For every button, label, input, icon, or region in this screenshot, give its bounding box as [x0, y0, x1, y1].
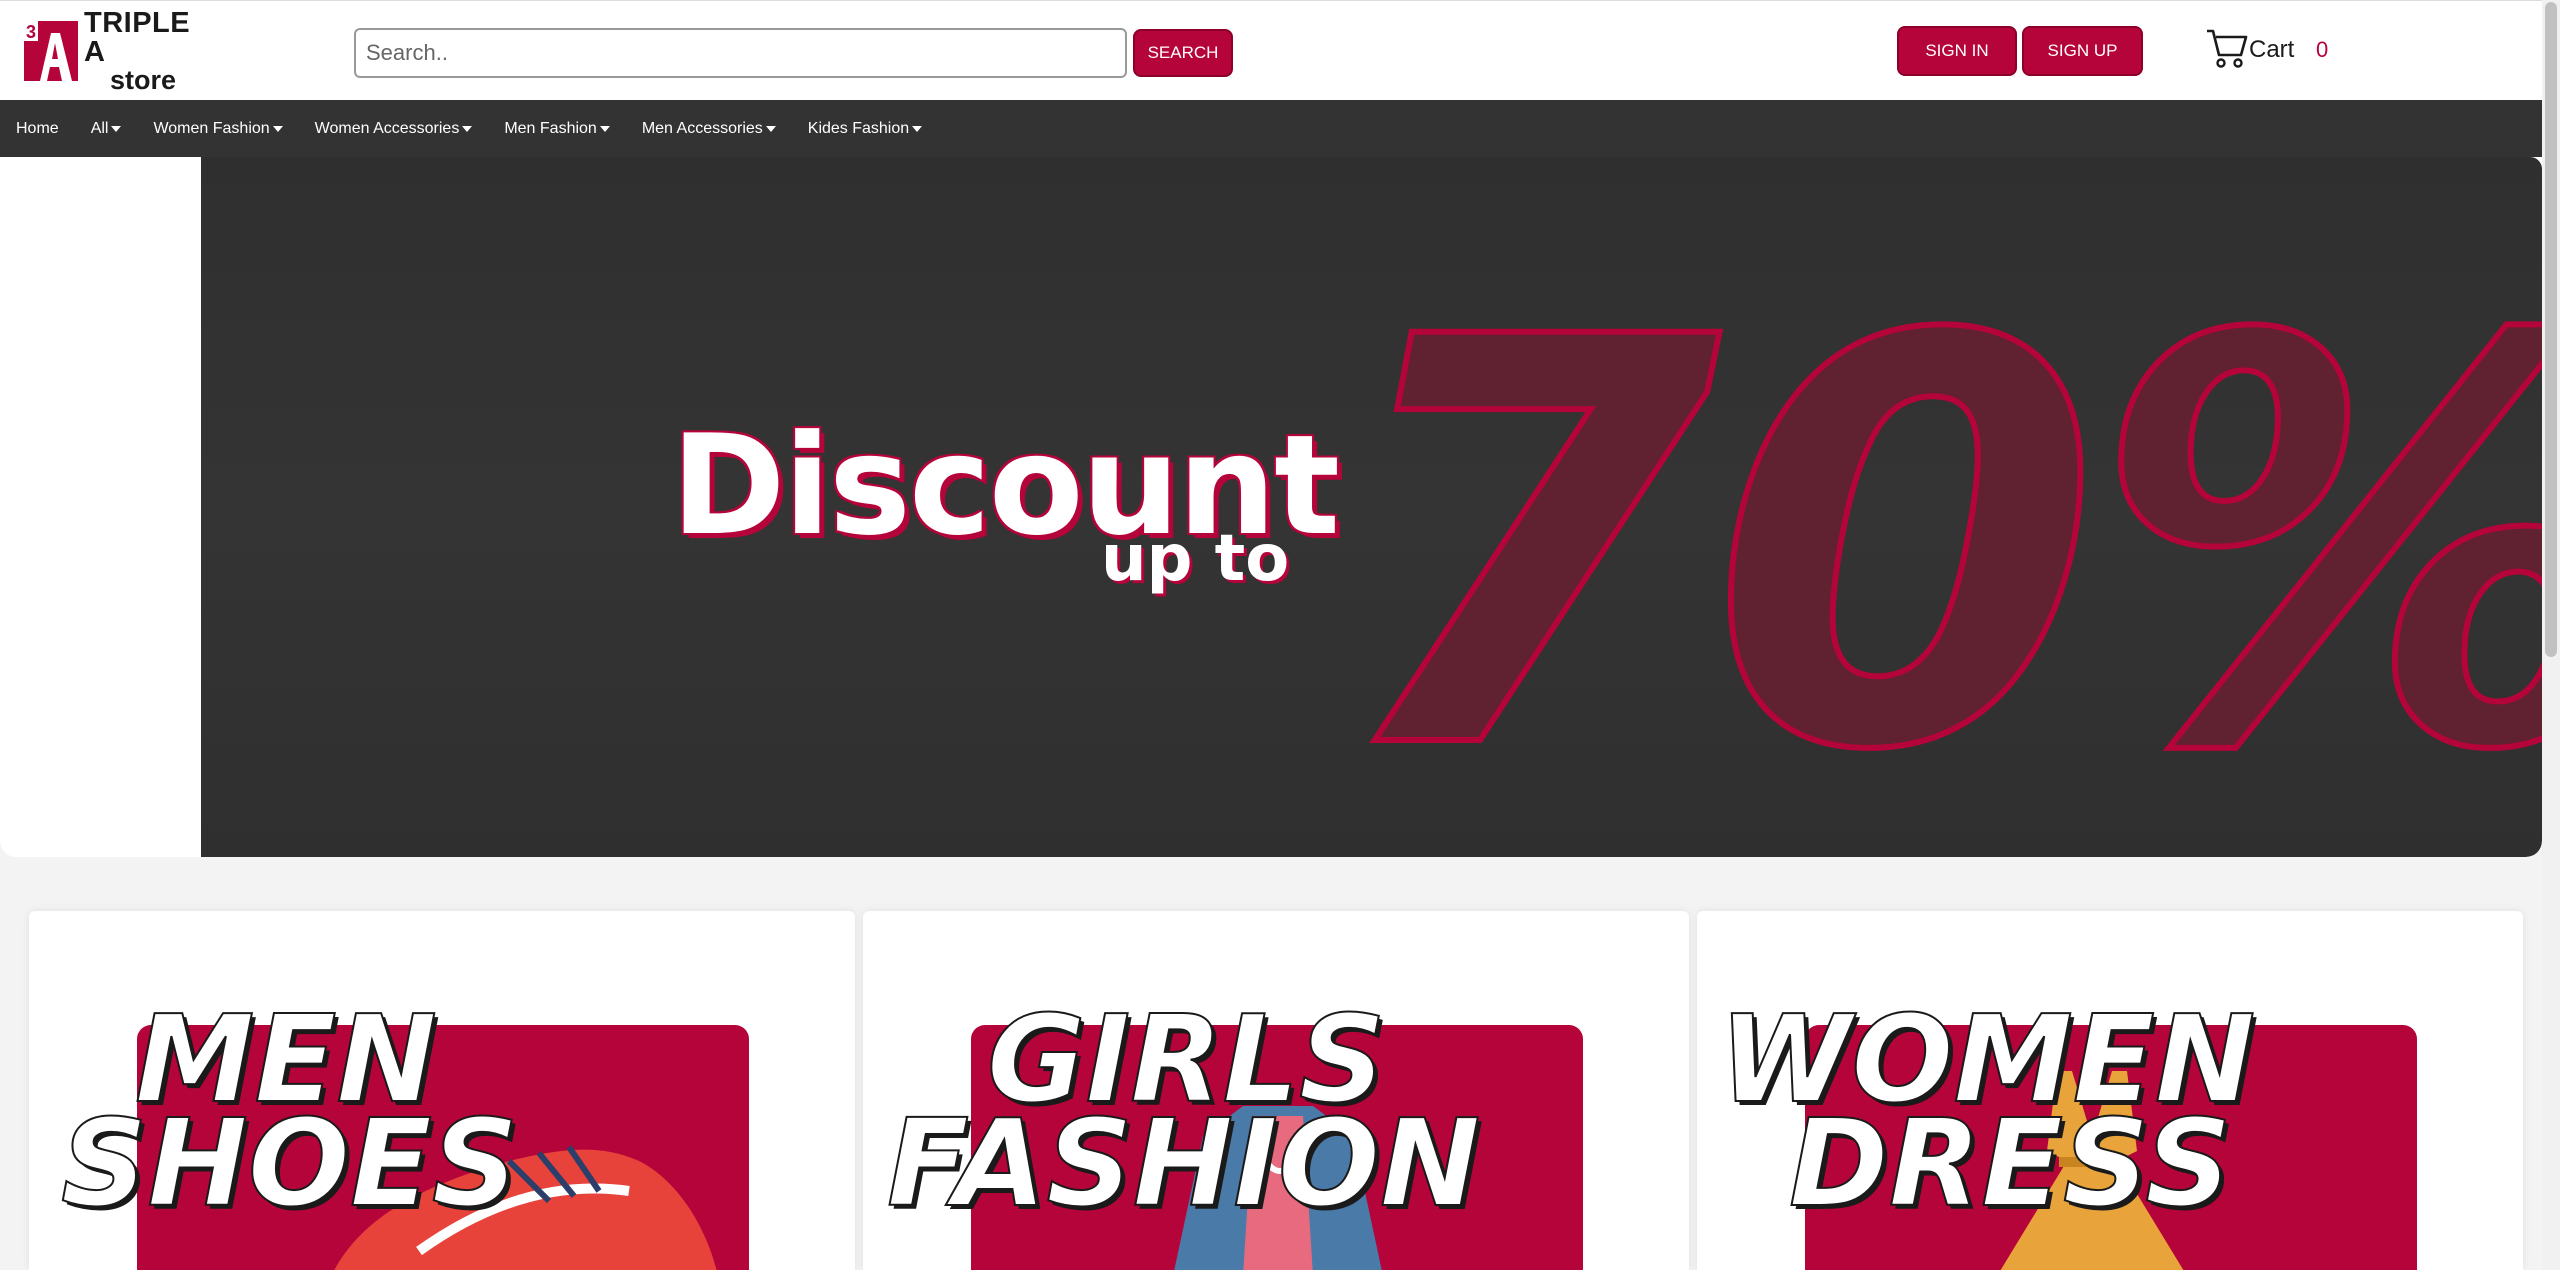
logo-mark-icon: 3 [20, 21, 78, 81]
caret-down-icon [462, 125, 473, 132]
nav-item-label: Home [16, 119, 59, 137]
logo-mark-number: 3 [26, 22, 36, 42]
nav-item-men-accessories[interactable]: Men Accessories [642, 120, 776, 138]
cart-icon [2205, 27, 2249, 74]
nav-item-women-fashion[interactable]: Women Fashion [153, 119, 283, 138]
caret-down-icon [599, 125, 610, 132]
category-title-line2: FASHION [886, 1095, 1481, 1234]
nav-item-label: Women Accessories [314, 119, 460, 137]
nav-item-label: Men Fashion [504, 119, 597, 137]
caret-down-icon [765, 125, 776, 132]
nav-item-label: Women Fashion [153, 119, 270, 137]
hero-carousel: 70% Discount up to [0, 157, 2542, 857]
nav-item-kides-fashion[interactable]: Kides Fashion [807, 119, 923, 138]
nav-item-home[interactable]: Home [16, 120, 59, 138]
site-header: 3 TRIPLE A store SEARCH SIGN IN SIGN UP … [0, 0, 2542, 100]
cart-count-badge: 0 [2316, 37, 2329, 62]
cart-link[interactable]: Cart [2205, 27, 2294, 73]
nav-item-all[interactable]: All [91, 120, 122, 138]
hero-slide-banner[interactable]: 70% Discount up to [201, 157, 2542, 857]
nav-item-men-fashion[interactable]: Men Fashion [504, 120, 610, 138]
logo-text-line2: store [110, 64, 177, 95]
nav-item-women-accessories[interactable]: Women Accessories [315, 120, 473, 138]
nav-item-label: Kides Fashion [807, 119, 910, 137]
cart-label: Cart [2249, 36, 2295, 63]
site-logo[interactable]: 3 TRIPLE A store [20, 8, 200, 93]
sign-in-button[interactable]: SIGN IN [1897, 26, 2017, 76]
caret-down-icon [272, 125, 283, 132]
caret-down-icon [912, 125, 923, 132]
category-card-women-dress[interactable]: WOMEN DRESS [1697, 911, 2523, 1270]
sign-up-button[interactable]: SIGN UP [2022, 26, 2143, 76]
logo-text: TRIPLE A store [84, 6, 200, 95]
nav-item-label: Men Accessories [641, 119, 763, 137]
caret-down-icon [111, 125, 122, 132]
scrollbar-thumb[interactable] [2545, 2, 2557, 657]
main-nav: Home All Women Fashion Women Accessories… [0, 100, 2542, 157]
search-button[interactable]: SEARCH [1133, 29, 1233, 77]
hero-big-value: 70% [1328, 221, 2542, 857]
category-title-line2: DRESS [1788, 1095, 2233, 1234]
nav-item-label: All [90, 119, 109, 137]
category-title-line2: SHOES [60, 1095, 519, 1234]
hero-subline: up to [1101, 522, 1290, 596]
category-card-men-shoes[interactable]: MEN SHOES [29, 911, 855, 1270]
search-input[interactable] [354, 28, 1127, 78]
scrollbar-track[interactable] [2542, 0, 2560, 1270]
category-card-girls-fashion[interactable]: GIRLS FASHION [863, 911, 1689, 1270]
logo-text-line1: TRIPLE A [84, 6, 191, 68]
